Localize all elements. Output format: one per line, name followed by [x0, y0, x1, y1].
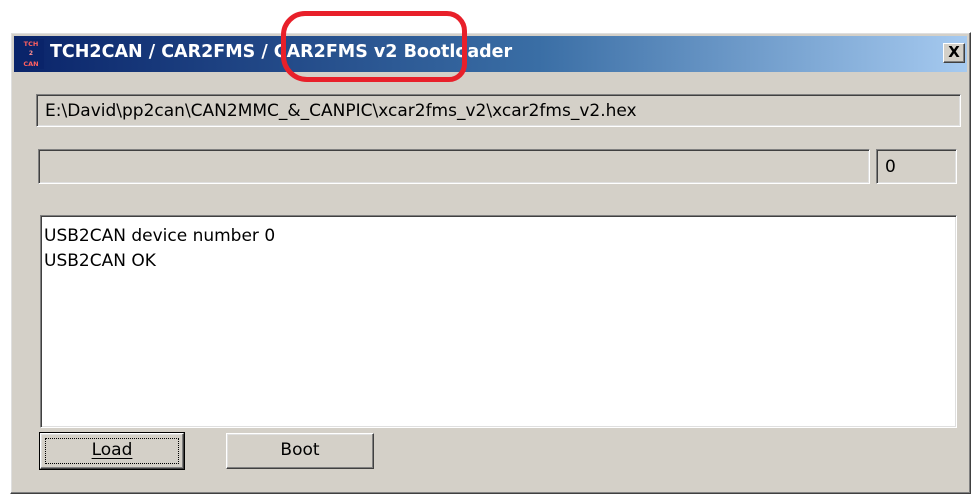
log-output[interactable]: USB2CAN device number 0 USB2CAN OK: [40, 215, 957, 428]
app-logo-line: 2: [28, 50, 34, 57]
app-logo-line: TCH: [23, 40, 39, 48]
load-button-label: Load: [91, 440, 133, 460]
title-bar[interactable]: TCH 2 CAN TCH2CAN / CAR2FMS / CAR2FMS v2…: [14, 36, 967, 72]
file-path-field: E:\David\pp2can\CAN2MMC_&_CANPIC\xcar2fm…: [36, 94, 961, 127]
progress-count-field: 0: [876, 149, 957, 184]
log-line: USB2CAN OK: [44, 251, 156, 271]
log-line: USB2CAN device number 0: [44, 226, 276, 246]
close-icon: X: [948, 43, 960, 61]
load-button[interactable]: Load: [39, 432, 185, 470]
progress-bar: [38, 149, 870, 184]
boot-button[interactable]: Boot: [226, 433, 374, 469]
app-logo-icon: TCH 2 CAN: [18, 39, 44, 69]
app-logo-line: CAN: [23, 60, 39, 68]
close-button[interactable]: X: [943, 43, 965, 63]
bootloader-window: TCH 2 CAN TCH2CAN / CAR2FMS / CAR2FMS v2…: [10, 32, 971, 494]
boot-button-label: Boot: [280, 440, 320, 460]
window-title: TCH2CAN / CAR2FMS / CAR2FMS v2 Bootloade…: [50, 42, 513, 62]
